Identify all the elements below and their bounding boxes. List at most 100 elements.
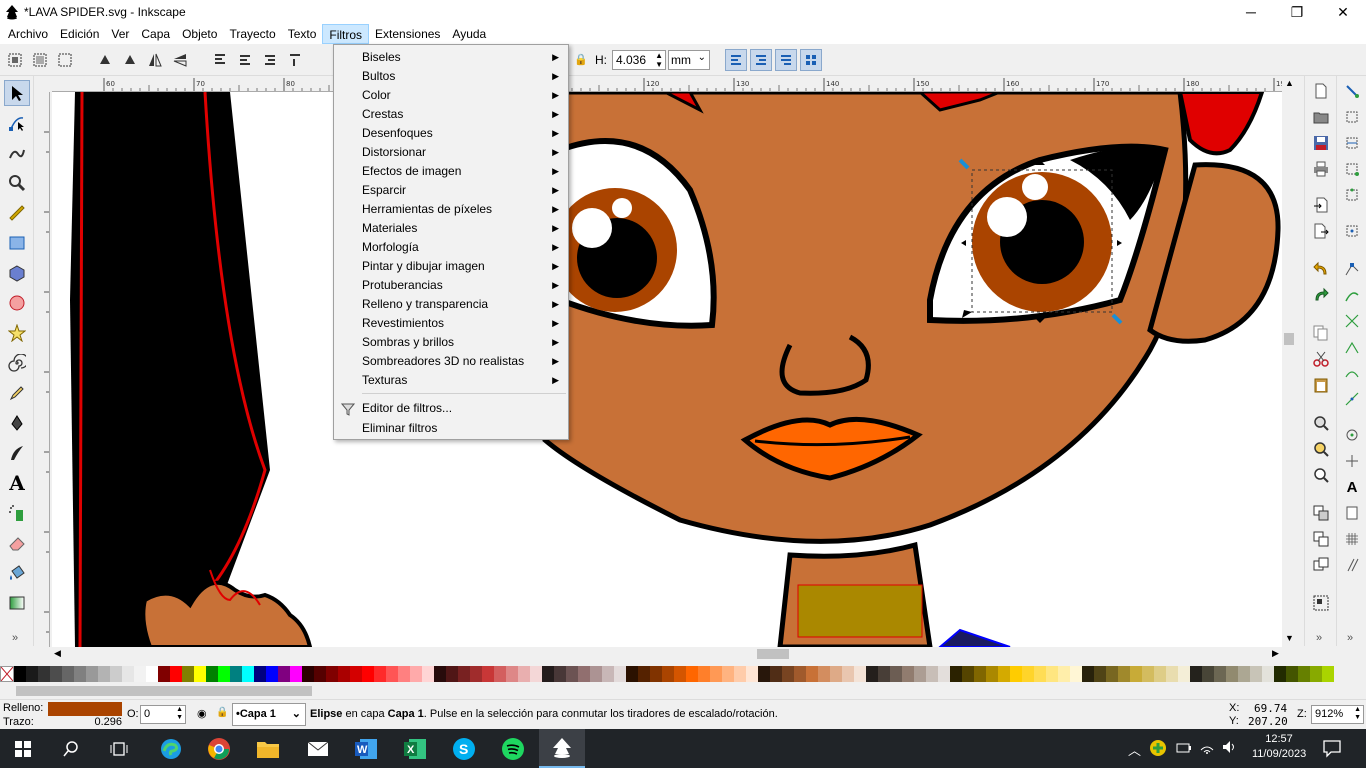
snap-text-baseline-icon[interactable]: A [1343,478,1361,496]
palette-swatch[interactable] [578,666,590,682]
menu-item-editor-de-filtros[interactable]: Editor de filtros... [335,399,567,418]
palette-swatch[interactable] [758,666,770,682]
palette-swatch[interactable] [134,666,146,682]
snap-toggle-icon[interactable] [1343,82,1361,100]
select-all-layers-icon[interactable] [29,49,51,71]
notifications-icon[interactable] [1322,738,1342,761]
palette-swatch[interactable] [338,666,350,682]
palette-swatch[interactable] [14,666,26,682]
palette-swatch[interactable] [674,666,686,682]
palette-swatch[interactable] [446,666,458,682]
palette-swatch[interactable] [842,666,854,682]
palette-swatch[interactable] [1154,666,1166,682]
rotate-ccw-icon[interactable] [94,49,116,71]
menu-item-revestimientos[interactable]: Revestimientos ▶ [335,314,567,333]
menu-item-crestas[interactable]: Crestas ▶ [335,105,567,124]
palette-swatch[interactable] [410,666,422,682]
zoom-page-icon[interactable] [1312,466,1330,484]
palette-swatch[interactable] [650,666,662,682]
palette-swatch[interactable] [470,666,482,682]
skype-app-icon[interactable]: S [441,729,487,768]
snap-rotation-center-icon[interactable] [1343,452,1361,470]
palette-swatch[interactable] [302,666,314,682]
palette-swatch[interactable] [938,666,950,682]
snap-overflow-icon[interactable]: » [1347,632,1353,644]
edge-browser-icon[interactable] [148,729,194,768]
menu-item-protuberancias[interactable]: Protuberancias ▶ [335,276,567,295]
palette-swatch[interactable] [662,666,674,682]
unlink-clone-icon[interactable] [1312,556,1330,574]
palette-swatch[interactable] [686,666,698,682]
palette-swatch[interactable] [974,666,986,682]
layer-lock-icon[interactable]: 🔒 [216,707,228,718]
menu-item-distorsionar[interactable]: Distorsionar ▶ [335,143,567,162]
palette-swatch[interactable] [1238,666,1250,682]
palette-swatch[interactable] [146,666,158,682]
chrome-browser-icon[interactable] [196,729,242,768]
lock-icon[interactable]: 🔒 [574,53,588,66]
paint-bucket-tool-icon[interactable] [4,560,30,586]
palette-swatch[interactable] [26,666,38,682]
print-icon[interactable] [1312,160,1330,178]
zoom-drawing-icon[interactable] [1312,440,1330,458]
snap-smooth-nodes-icon[interactable] [1343,364,1361,382]
pen-tool-icon[interactable] [4,410,30,436]
select-all-icon[interactable] [4,49,26,71]
open-file-icon[interactable] [1312,108,1330,126]
palette-swatch[interactable] [542,666,554,682]
volume-icon[interactable] [1222,740,1238,757]
menu-item-desenfoques[interactable]: Desenfoques ▶ [335,124,567,143]
palette-swatch[interactable] [806,666,818,682]
rectangle-tool-icon[interactable] [4,230,30,256]
drawing-canvas[interactable] [52,92,1282,647]
save-icon[interactable] [1312,134,1330,152]
close-button[interactable]: ✕ [1320,0,1366,24]
paste-icon[interactable] [1312,376,1330,394]
snap-centers-icon[interactable] [1343,426,1361,444]
palette-swatch[interactable] [854,666,866,682]
redo-icon[interactable] [1312,286,1330,304]
snap-guides-icon[interactable] [1343,556,1361,574]
palette-swatch[interactable] [722,666,734,682]
horizontal-scroll-thumb[interactable] [757,649,789,659]
menu-item-bultos[interactable]: Bultos ▶ [335,67,567,86]
palette-swatch[interactable] [374,666,386,682]
palette-swatch[interactable] [1046,666,1058,682]
palette-swatch[interactable] [170,666,182,682]
start-button[interactable] [0,729,46,768]
palette-swatch[interactable] [1310,666,1322,682]
height-input[interactable]: 4.036 ▲ ▼ [612,50,666,70]
palette-swatch[interactable] [998,666,1010,682]
snap-bbox-icon[interactable] [1343,108,1361,126]
snap-grid-icon[interactable] [1343,530,1361,548]
menu-item-herramientas-de-pixeles[interactable]: Herramientas de píxeles ▶ [335,200,567,219]
palette-swatch[interactable] [230,666,242,682]
palette-swatch[interactable] [1214,666,1226,682]
palette-swatch[interactable] [878,666,890,682]
snap-bbox-midpoints-icon[interactable] [1343,186,1361,204]
deselect-icon[interactable] [54,49,76,71]
commands-overflow-icon[interactable]: » [1316,632,1322,644]
raise-icon[interactable] [234,49,256,71]
gradient-tool-icon[interactable] [4,590,30,616]
palette-swatch[interactable] [962,666,974,682]
menu-item-color[interactable]: Color ▶ [335,86,567,105]
scale-corners-toggle[interactable] [750,49,772,71]
palette-swatch[interactable] [1094,666,1106,682]
zoom-tool-icon[interactable] [4,170,30,196]
toolbox-overflow-icon[interactable]: » [12,632,18,644]
palette-swatch[interactable] [158,666,170,682]
clock[interactable]: 12:57 11/09/2023 [1252,732,1306,762]
palette-swatch[interactable] [1202,666,1214,682]
snap-nodes-icon[interactable] [1343,260,1361,278]
notification-badge-icon[interactable] [1150,740,1166,756]
layer-visibility-icon[interactable]: ◉ [197,707,207,720]
palette-swatch[interactable] [734,666,746,682]
snap-paths-icon[interactable] [1343,286,1361,304]
maximize-button[interactable]: ❐ [1274,0,1320,24]
palette-swatch[interactable] [1298,666,1310,682]
undo-icon[interactable] [1312,260,1330,278]
minimize-button[interactable]: ─ [1228,0,1274,24]
menu-item-sombreadores-3d[interactable]: Sombreadores 3D no realistas ▶ [335,352,567,371]
palette-swatch[interactable] [590,666,602,682]
